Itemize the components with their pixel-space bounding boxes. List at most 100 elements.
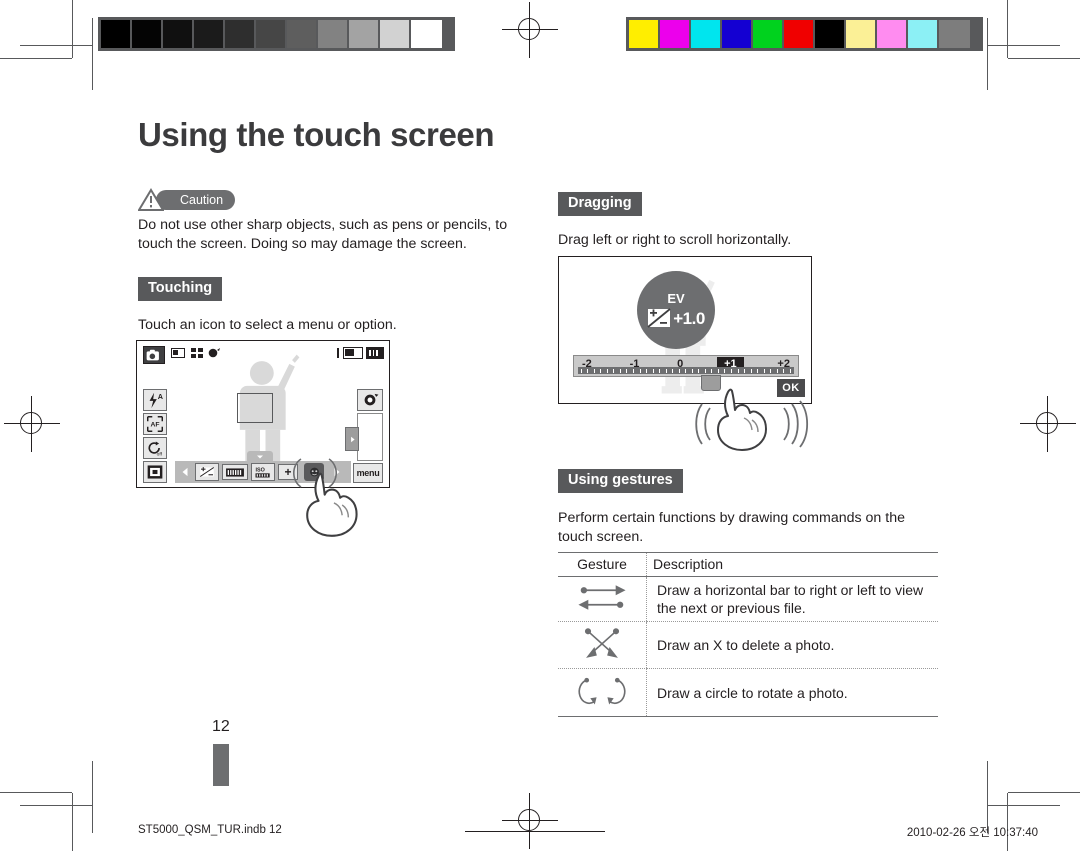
gesture-table: Gesture Description Draw a horizontal ba… [558, 552, 938, 717]
page-number-bar [213, 744, 229, 786]
crop-mark-tr-v [1007, 0, 1008, 58]
self-timer-icon[interactable]: off [143, 437, 167, 459]
crop-mark-bl-h2 [20, 805, 92, 806]
grayscale-swatch [411, 20, 442, 48]
ev-tick-mark [770, 368, 772, 373]
shooting-mode-icon[interactable] [143, 346, 165, 364]
face-detection-icon [171, 348, 185, 358]
ev-tick-mark [783, 368, 785, 373]
crop-mark-bl-h [0, 792, 72, 793]
camera-glyph-icon [146, 349, 159, 360]
grayscale-swatch [194, 20, 225, 48]
ev-tick-mark [633, 368, 635, 373]
ev-bubble-label: EV [667, 291, 685, 306]
ev-tick-mark [744, 368, 746, 373]
grayscale-swatch [318, 20, 349, 48]
table-header-row: Gesture Description [558, 552, 938, 577]
chevron-right-icon [350, 436, 355, 442]
section-heading-gestures: Using gestures [558, 469, 683, 493]
ev-tick-marks [578, 367, 794, 374]
ev-drag-illustration: EV +1.0 -2 -1 0 +1 +2 OK [558, 256, 812, 404]
ev-tick-mark [652, 368, 654, 373]
color-swatch [660, 20, 691, 48]
timer-glyph-icon: off [148, 441, 163, 457]
registration-mark-right [1020, 396, 1076, 452]
caution-text: Do not use other sharp objects, such as … [138, 217, 508, 252]
ev-tick-mark [750, 368, 752, 373]
ev-tick-mark [580, 368, 582, 373]
ev-bubble-value: +1.0 [673, 308, 705, 328]
white-balance-icon[interactable] [222, 464, 248, 480]
ev-tick-mark [776, 368, 778, 373]
ev-tick-mark [730, 368, 732, 373]
ev-slider-track[interactable]: -2 -1 0 +1 +2 [573, 355, 799, 377]
ev-tick-mark [646, 368, 648, 373]
registration-mark-top [502, 2, 558, 58]
autofocus-icon[interactable]: AF [143, 413, 167, 435]
grayscale-calibration-bar [98, 17, 455, 51]
dragging-text: Drag left or right to scroll horizontall… [558, 232, 792, 248]
crop-mark-br-h [1008, 792, 1080, 793]
x-cross-icon [558, 621, 647, 669]
display-icon[interactable] [143, 461, 167, 483]
ev-icon[interactable] [195, 463, 219, 481]
ev-tick-mark [587, 368, 589, 373]
ev-tick-mark [678, 368, 680, 373]
memory-card-icon [343, 347, 363, 359]
color-swatch [815, 20, 846, 48]
crop-mark-bl-v2 [92, 761, 93, 833]
crop-mark-bl-v [72, 793, 73, 851]
svg-text:off: off [157, 451, 163, 457]
flash-auto-icon[interactable]: A [143, 389, 167, 411]
zoom-slider-track[interactable] [357, 413, 383, 461]
grayscale-swatch [380, 20, 411, 48]
color-swatch [846, 20, 877, 48]
section-heading-dragging: Dragging [558, 192, 642, 216]
exposure-compensation-icon [647, 308, 671, 328]
section-heading-touching: Touching [138, 277, 223, 301]
iso-icon[interactable]: ISO [251, 463, 275, 481]
grid-icon [191, 348, 203, 358]
page-title: Using the touch screen [138, 116, 495, 153]
ev-tick-mark [685, 368, 687, 373]
iso-glyph-icon: ISO [255, 467, 270, 477]
arrow-left-icon[interactable] [175, 467, 195, 477]
ev-tick-mark [757, 368, 759, 373]
grayscale-swatch [256, 20, 287, 48]
ev-tick-mark [672, 368, 674, 373]
crop-mark-tr-v2 [987, 18, 988, 90]
ev-tick-mark [691, 368, 693, 373]
battery-icon [366, 347, 384, 359]
camera-screen-illustration: A AF off menu ISO + [136, 340, 390, 488]
crop-mark-tr-h2 [988, 45, 1060, 46]
ev-tick-mark [724, 368, 726, 373]
playback-glyph-icon [364, 393, 379, 406]
wb-glyph-icon [226, 467, 244, 477]
af-glyph-icon: AF [147, 416, 163, 432]
warning-triangle-icon [138, 188, 164, 211]
column-header-gesture: Gesture [558, 552, 647, 577]
registration-mark-left [4, 396, 60, 452]
ev-tick-mark [619, 368, 621, 373]
gesture-description: Draw an X to delete a photo. [646, 621, 938, 669]
ev-value-bubble: EV +1.0 [637, 271, 715, 349]
svg-text:ISO: ISO [256, 467, 265, 473]
page-canvas: Using the touch screen Caution Do not us… [0, 0, 1080, 851]
zoom-tab-icon[interactable] [345, 427, 359, 451]
ev-tick-mark [763, 368, 765, 373]
footer-filename: ST5000_QSM_TUR.indb 12 [138, 824, 282, 836]
image-quality-icon [208, 348, 220, 358]
crop-mark-br-h2 [988, 805, 1060, 806]
ev-tick-mark [593, 368, 595, 373]
chevron-down-icon [257, 455, 263, 459]
flash-glyph-icon: A [149, 392, 164, 409]
color-swatch [784, 20, 815, 48]
chevron-left-glyph-icon [182, 467, 188, 477]
playback-icon[interactable] [357, 389, 383, 411]
table-row: Draw a circle to rotate a photo. [558, 668, 938, 717]
single-shot-indicator-icon [337, 348, 339, 358]
option-bar-tab[interactable] [247, 451, 273, 463]
ev-tick-mark [613, 368, 615, 373]
x-gesture-glyph-icon [584, 628, 620, 658]
circle-rotate-icon [558, 668, 647, 717]
